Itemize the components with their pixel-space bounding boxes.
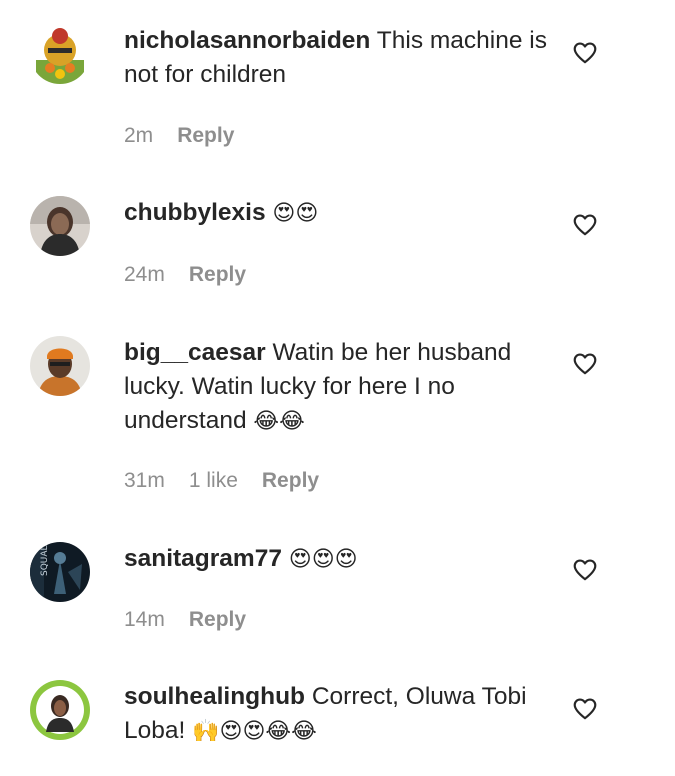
comment-like-count[interactable]: 1 like bbox=[189, 469, 238, 493]
comment-body: soulhealinghub Correct, Oluwa Tobi Loba!… bbox=[124, 680, 554, 749]
avatar[interactable]: SQUAD bbox=[30, 542, 90, 602]
comment-username[interactable]: nicholasannorbaiden bbox=[124, 27, 370, 54]
comment-body: nicholasannorbaiden This machine is not … bbox=[124, 24, 554, 92]
comment-item: soulhealinghub Correct, Oluwa Tobi Loba!… bbox=[0, 660, 675, 776]
comment-username[interactable]: big__caesar bbox=[124, 339, 266, 366]
comment-item: chubbylexis 😍😍 24m Reply bbox=[0, 170, 675, 310]
comment-body: sanitagram77 😍😍😍 bbox=[124, 542, 554, 577]
heart-outline-icon[interactable] bbox=[572, 40, 598, 66]
comment-username[interactable]: sanitagram77 bbox=[124, 545, 282, 572]
reply-button[interactable]: Reply bbox=[189, 608, 246, 632]
heart-outline-icon[interactable] bbox=[572, 696, 598, 722]
comment-meta: 2m Reply bbox=[124, 124, 234, 148]
heart-outline-icon[interactable] bbox=[572, 557, 598, 583]
reply-button[interactable]: Reply bbox=[177, 124, 234, 148]
heart-outline-icon[interactable] bbox=[572, 212, 598, 238]
comment-timestamp[interactable]: 14m bbox=[124, 608, 165, 632]
comment-emojis: 😍😍 bbox=[272, 201, 319, 226]
avatar[interactable] bbox=[30, 336, 90, 396]
comment-username[interactable]: chubbylexis bbox=[124, 199, 266, 226]
comment-meta: 24m Reply bbox=[124, 263, 246, 287]
avatar[interactable] bbox=[30, 196, 90, 256]
avatar-image: SQUAD bbox=[30, 542, 90, 602]
heart-outline-icon[interactable] bbox=[572, 351, 598, 377]
avatar-image bbox=[30, 680, 90, 740]
reply-button[interactable]: Reply bbox=[189, 263, 246, 287]
svg-text:SQUAD: SQUAD bbox=[40, 543, 50, 576]
avatar[interactable] bbox=[30, 680, 90, 740]
comment-body: chubbylexis 😍😍 bbox=[124, 196, 554, 231]
reply-button[interactable]: Reply bbox=[262, 469, 319, 493]
avatar[interactable] bbox=[30, 24, 90, 84]
comment-emojis: 😂😂 bbox=[253, 409, 305, 434]
avatar-image bbox=[30, 24, 90, 84]
avatar-image bbox=[30, 196, 90, 256]
comment-emojis: 🙌😍😍😂😂 bbox=[192, 719, 317, 744]
comment-meta: 14m Reply bbox=[124, 608, 246, 632]
comment-item: nicholasannorbaiden This machine is not … bbox=[0, 0, 675, 170]
comment-meta: 31m 1 like Reply bbox=[124, 469, 319, 493]
comment-timestamp[interactable]: 24m bbox=[124, 263, 165, 287]
comment-emojis: 😍😍😍 bbox=[288, 547, 358, 572]
avatar-image bbox=[30, 336, 90, 396]
comment-timestamp[interactable]: 2m bbox=[124, 124, 153, 148]
comment-item: big__caesar Watin be her husband lucky. … bbox=[0, 310, 675, 520]
comment-username[interactable]: soulhealinghub bbox=[124, 683, 305, 710]
comment-body: big__caesar Watin be her husband lucky. … bbox=[124, 336, 554, 439]
comment-item: SQUAD sanitagram77 😍😍😍 14m Reply bbox=[0, 520, 675, 660]
comment-timestamp[interactable]: 31m bbox=[124, 469, 165, 493]
